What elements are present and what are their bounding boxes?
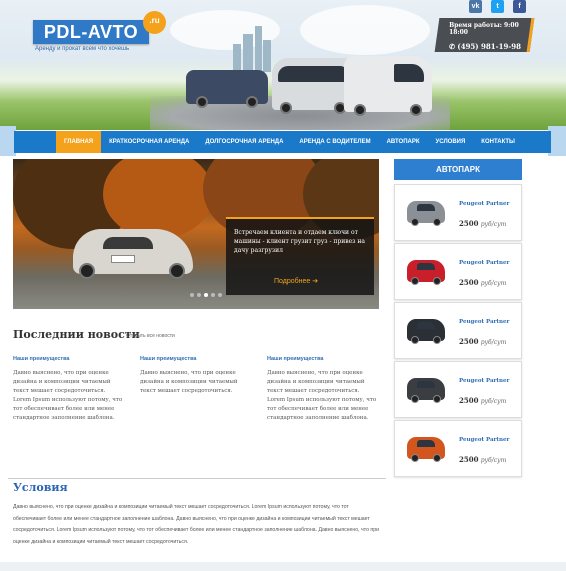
terms-title: Условия (13, 481, 68, 494)
logo-domain-badge: .ru (143, 11, 166, 34)
slider-dot-active[interactable] (204, 293, 208, 297)
building-decoration (255, 26, 262, 72)
news-heading[interactable]: Наши преимущества (267, 356, 379, 362)
facebook-icon[interactable]: f (513, 0, 526, 13)
nav-item-with-driver[interactable]: Аренда с водителем (291, 131, 378, 153)
building-decoration (233, 44, 241, 72)
news-heading[interactable]: Наши преимущества (140, 356, 252, 362)
sedan-image (186, 70, 268, 108)
slider-dots (190, 293, 222, 297)
news-title: Последнии новости (13, 328, 140, 341)
fleet-item[interactable]: Peugeot Partner 2500 руб/сут (394, 302, 522, 359)
news-column: Наши преимущества Давно выяснено, что пр… (140, 356, 252, 396)
car-thumbnail (407, 437, 445, 462)
nav-item-contacts[interactable]: Контакты (473, 131, 523, 153)
fleet-item[interactable]: Peugeot Partner 2500 руб/сут (394, 361, 522, 418)
roadster-image (73, 229, 193, 279)
nav-item-terms[interactable]: Условия (428, 131, 474, 153)
news-heading[interactable]: Наши преимущества (13, 356, 125, 362)
car-name[interactable]: Peugeot Partner (459, 319, 509, 325)
fleet-header[interactable]: Автопарк (394, 159, 522, 180)
car-thumbnail (407, 201, 445, 226)
news-text: Давно выяснено, что при оценке дизайна и… (13, 370, 123, 421)
nav-item-fleet[interactable]: Автопарк (379, 131, 428, 153)
contact-box: Время работы: 9:00 18:00 ✆ (495) 981-19-… (434, 18, 535, 52)
car-price: 2500 руб/сут (459, 455, 507, 464)
car-name[interactable]: Peugeot Partner (459, 201, 509, 207)
car-price: 2500 руб/сут (459, 396, 507, 405)
vk-icon[interactable]: vk (469, 0, 482, 13)
working-hours: Время работы: 9:00 18:00 (449, 22, 519, 36)
car-name[interactable]: Peugeot Partner (459, 437, 509, 443)
fleet-item[interactable]: Peugeot Partner 2500 руб/сут (394, 184, 522, 241)
site-tagline: Аренду и прокат всем что хочешь (35, 46, 130, 52)
nav-item-short-rent[interactable]: Краткосрочная аренда (101, 131, 197, 153)
car-thumbnail (407, 319, 445, 344)
read-more-link[interactable]: Подробнее ➔ (274, 277, 318, 285)
building-decoration (263, 40, 271, 72)
car-thumbnail (407, 260, 445, 285)
caption-text: Встречаем клиента и отдаем ключи от маши… (234, 229, 365, 254)
hero-slider[interactable]: Встречаем клиента и отдаем ключи от маши… (13, 159, 379, 309)
main-nav: Главная Краткосрочная аренда Долгосрочна… (14, 131, 551, 153)
slider-dot[interactable] (211, 293, 215, 297)
car-price: 2500 руб/сут (459, 219, 507, 228)
phone-number[interactable]: ✆ (495) 981-19-98 (449, 42, 529, 51)
news-text: Давно выяснено, что при оценке дизайна и… (267, 370, 377, 421)
minibus-image (344, 56, 432, 116)
terms-text: Давно выяснено, что при оценке дизайна и… (13, 504, 379, 545)
slider-dot[interactable] (197, 293, 201, 297)
fleet-item[interactable]: Peugeot Partner 2500 руб/сут (394, 243, 522, 300)
cloud-decoration (300, 5, 430, 55)
car-name[interactable]: Peugeot Partner (459, 378, 509, 384)
car-price: 2500 руб/сут (459, 337, 507, 346)
all-news-link[interactable]: Открыть все новости (126, 333, 175, 339)
twitter-icon[interactable]: t (491, 0, 504, 13)
section-divider (8, 478, 386, 479)
arrow-right-icon: ➔ (312, 278, 319, 285)
site-logo[interactable]: PDL-AVTO (33, 20, 149, 44)
news-column: Наши преимущества Давно выяснено, что пр… (13, 356, 125, 423)
building-decoration (243, 34, 253, 72)
slider-dot[interactable] (190, 293, 194, 297)
header: PDL-AVTO .ru Аренду и прокат всем что хо… (0, 0, 566, 130)
news-text: Давно выяснено, что при оценке дизайна и… (140, 370, 238, 394)
car-thumbnail (407, 378, 445, 403)
footer-strip (0, 562, 566, 571)
car-price: 2500 руб/сут (459, 278, 507, 287)
nav-item-home[interactable]: Главная (56, 131, 102, 153)
nav-item-long-rent[interactable]: Долгосрочная аренда (197, 131, 291, 153)
car-name[interactable]: Peugeot Partner (459, 260, 509, 266)
news-column: Наши преимущества Давно выяснено, что пр… (267, 356, 379, 423)
fleet-item[interactable]: Peugeot Partner 2500 руб/сут (394, 420, 522, 477)
slider-dot[interactable] (218, 293, 222, 297)
slide-caption: Встречаем клиента и отдаем ключи от маши… (226, 217, 374, 295)
